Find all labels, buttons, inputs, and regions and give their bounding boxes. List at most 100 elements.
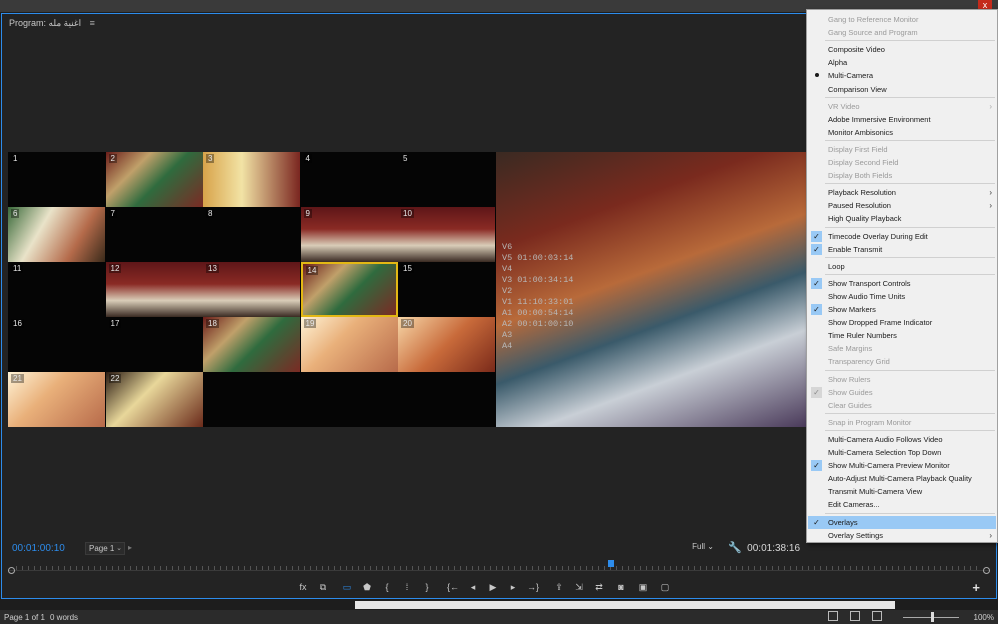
- menu-item-label: Display Both Fields: [828, 171, 893, 181]
- camera-cell-1[interactable]: 1: [8, 152, 105, 207]
- playhead[interactable]: [608, 560, 614, 567]
- web-layout-icon[interactable]: [872, 611, 882, 621]
- menu-item-edit-cameras[interactable]: Edit Cameras...: [808, 498, 996, 511]
- menu-item-label: Show Dropped Frame Indicator: [828, 318, 933, 328]
- zoom-knob[interactable]: [931, 612, 934, 622]
- go-to-out-icon[interactable]: →}: [526, 580, 540, 594]
- go-to-in-icon[interactable]: {←: [446, 580, 460, 594]
- menu-item-auto-adjust-multi-camera-playback-quality[interactable]: Auto-Adjust Multi-Camera Playback Qualit…: [808, 472, 996, 485]
- panel-menu-icon[interactable]: ≡: [90, 18, 95, 28]
- camera-cell-6[interactable]: 6: [8, 207, 105, 262]
- menu-item-adobe-immersive-environment[interactable]: Adobe Immersive Environment: [808, 113, 996, 126]
- print-layout-icon[interactable]: [850, 611, 860, 621]
- fx-icon[interactable]: fx: [296, 580, 310, 594]
- zoom-slider[interactable]: [893, 612, 969, 622]
- submenu-arrow-icon: ›: [989, 101, 992, 111]
- camera-cell-8[interactable]: 8: [203, 207, 300, 262]
- menu-item-show-audio-time-units[interactable]: Show Audio Time Units: [808, 290, 996, 303]
- camera-cell-12[interactable]: 12: [105, 262, 203, 317]
- menu-item-monitor-ambisonics[interactable]: Monitor Ambisonics: [808, 126, 996, 139]
- menu-item-alpha[interactable]: Alpha: [808, 56, 996, 69]
- settings-wrench-icon[interactable]: 🔧: [728, 541, 742, 554]
- menu-item-high-quality-playback[interactable]: High Quality Playback: [808, 212, 996, 225]
- playhead-timecode[interactable]: 00:01:00:10: [12, 543, 65, 554]
- camera-cell-17[interactable]: 17: [105, 317, 203, 372]
- mark-in-icon[interactable]: {: [380, 580, 394, 594]
- camera-number: 20: [401, 319, 414, 328]
- menu-item-playback-resolution[interactable]: Playback Resolution ›: [808, 186, 996, 199]
- camera-cell-11[interactable]: 11: [8, 262, 105, 317]
- camera-cell-15[interactable]: 15: [398, 262, 495, 317]
- play-icon[interactable]: ▶: [486, 580, 500, 594]
- add-marker-icon[interactable]: ⬟: [360, 580, 374, 594]
- lift-icon[interactable]: ⇪: [552, 580, 566, 594]
- camera-number: 1: [11, 154, 20, 163]
- page-next-icon[interactable]: ▸: [128, 543, 132, 552]
- menu-item-safe-margins: Safe Margins: [808, 342, 996, 355]
- camera-cell-18[interactable]: 18: [203, 317, 300, 372]
- monitor-title[interactable]: Program: اغنية مله ≡: [9, 18, 95, 29]
- button-editor-icon[interactable]: +: [972, 580, 980, 595]
- menu-item-time-ruler-numbers[interactable]: Time Ruler Numbers: [808, 329, 996, 342]
- camera-cell-4[interactable]: 4: [300, 152, 398, 207]
- menu-item-loop[interactable]: Loop: [808, 260, 996, 273]
- ruler-line: [8, 570, 990, 571]
- camera-cell-10[interactable]: 10: [398, 207, 495, 262]
- camera-cell-20[interactable]: 20: [398, 317, 495, 372]
- camera-number: 19: [303, 319, 317, 328]
- step-back-icon[interactable]: ◂: [466, 580, 480, 594]
- menu-item-paused-resolution[interactable]: Paused Resolution ›: [808, 199, 996, 212]
- camera-cell-7[interactable]: 7: [105, 207, 203, 262]
- menu-item-show-transport-controls[interactable]: Show Transport Controls ✓: [808, 277, 996, 290]
- zoom-handle-left[interactable]: [8, 567, 15, 574]
- toggle-proxies-icon[interactable]: ⧉: [316, 580, 330, 594]
- export-frame-icon[interactable]: ◙: [614, 580, 628, 594]
- context-menu: Gang to Reference Monitor Gang Source and…: [806, 9, 998, 543]
- vr-icon[interactable]: ▢: [658, 580, 672, 594]
- zoom-handle-right[interactable]: [983, 567, 990, 574]
- menu-item-timecode-overlay-during-edit[interactable]: Timecode Overlay During Edit ✓: [808, 230, 996, 243]
- menu-item-label: Playback Resolution: [828, 188, 896, 198]
- comparison-view-icon[interactable]: ▣: [636, 580, 650, 594]
- camera-cell-2[interactable]: 2: [105, 152, 203, 207]
- camera-number: 8: [206, 209, 215, 218]
- camera-cell-21[interactable]: 21: [8, 372, 105, 427]
- camera-cell-9[interactable]: 9: [300, 207, 398, 262]
- menu-item-multi-camera-audio-follows-video[interactable]: Multi-Camera Audio Follows Video: [808, 433, 996, 446]
- extract-icon[interactable]: ⇲: [572, 580, 586, 594]
- page-select[interactable]: Page 1 ⌄: [85, 542, 125, 555]
- multicam-icon[interactable]: ▭: [340, 580, 354, 594]
- camera-cell-5[interactable]: 5: [398, 152, 495, 207]
- read-mode-icon[interactable]: [828, 611, 838, 621]
- camera-cell-19[interactable]: 19: [300, 317, 398, 372]
- menu-item-enable-transmit[interactable]: Enable Transmit ✓: [808, 243, 996, 256]
- clear-in-out-icon[interactable]: ⁞: [400, 580, 414, 594]
- menu-item-transmit-multi-camera-view[interactable]: Transmit Multi-Camera View: [808, 485, 996, 498]
- menu-item-composite-video[interactable]: Composite Video: [808, 43, 996, 56]
- menu-item-show-guides: Show Guides ✓: [808, 386, 996, 399]
- menu-item-show-markers[interactable]: Show Markers ✓: [808, 303, 996, 316]
- time-ruler[interactable]: [8, 560, 990, 576]
- horizontal-scrollbar[interactable]: [355, 601, 895, 609]
- camera-cell-16[interactable]: 16: [8, 317, 105, 372]
- camera-number: 10: [401, 209, 414, 218]
- camera-number: 9: [303, 209, 312, 218]
- timecode-line: V4: [502, 264, 513, 274]
- insert-icon[interactable]: ⇄: [592, 580, 606, 594]
- menu-item-show-multi-camera-preview-monitor[interactable]: Show Multi-Camera Preview Monitor ✓: [808, 459, 996, 472]
- camera-cell-13[interactable]: 13: [203, 262, 300, 317]
- menu-item-label: Time Ruler Numbers: [828, 331, 897, 341]
- camera-cell-22[interactable]: 22: [105, 372, 203, 427]
- menu-item-comparison-view[interactable]: Comparison View: [808, 83, 996, 96]
- camera-cell-14[interactable]: 14: [300, 262, 398, 317]
- menu-item-overlays[interactable]: Overlays ✓: [808, 515, 996, 529]
- menu-item-multi-camera-selection-top-down[interactable]: Multi-Camera Selection Top Down: [808, 446, 996, 459]
- resolution-select[interactable]: Full ⌄: [692, 542, 714, 551]
- checkmark-icon: ✓: [811, 277, 822, 289]
- menu-item-multi-camera[interactable]: Multi-Camera: [808, 69, 996, 82]
- step-forward-icon[interactable]: ▸: [506, 580, 520, 594]
- menu-item-show-dropped-frame-indicator[interactable]: Show Dropped Frame Indicator: [808, 316, 996, 329]
- menu-item-overlay-settings[interactable]: Overlay Settings ›: [808, 529, 996, 542]
- camera-cell-3[interactable]: 3: [203, 152, 300, 207]
- mark-out-icon[interactable]: }: [420, 580, 434, 594]
